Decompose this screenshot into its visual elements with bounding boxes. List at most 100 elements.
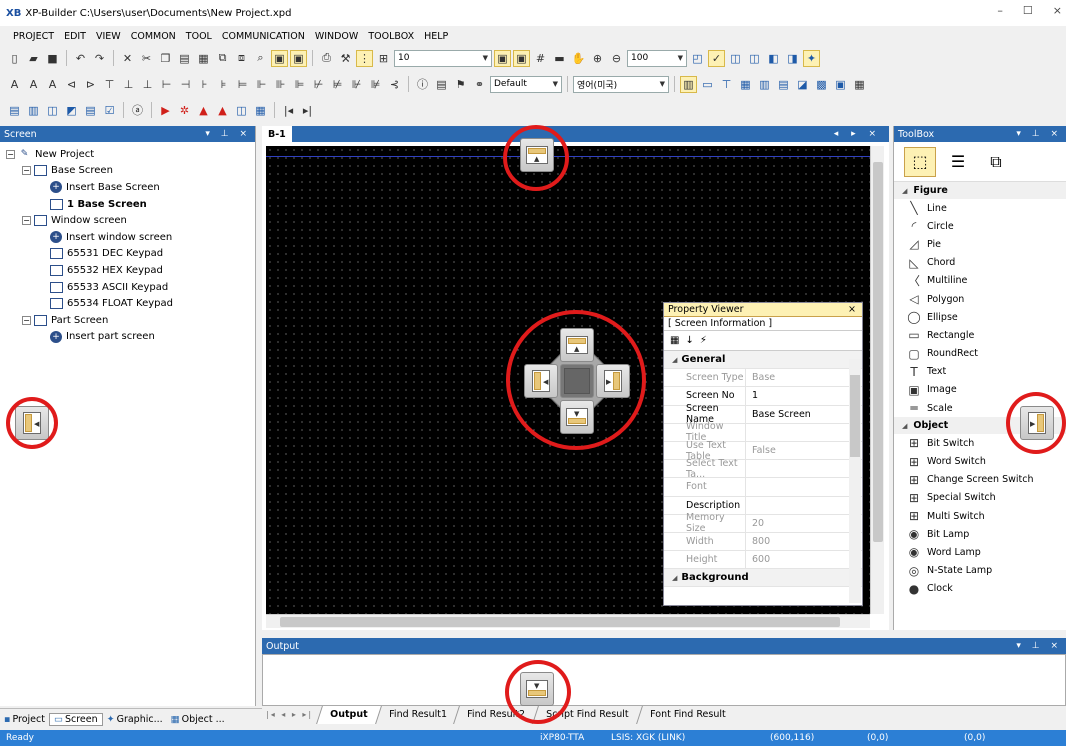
zoom-in-icon[interactable]: ⊕ xyxy=(589,50,606,67)
toolbox-category[interactable]: ◢ Figure xyxy=(894,182,1066,199)
check-icon[interactable]: ✓ xyxy=(708,49,725,67)
language-select[interactable]: 영어(미국) ▼ xyxy=(573,75,669,93)
minus-icon[interactable]: ▬ xyxy=(551,50,568,67)
new-file-icon[interactable]: ▯ xyxy=(6,50,23,67)
same-height-icon[interactable]: ⊨ xyxy=(234,76,251,93)
align-center-icon[interactable]: ⊳ xyxy=(82,76,99,93)
font-size-up-icon[interactable]: A xyxy=(6,76,23,93)
collapse-icon[interactable]: ◢ xyxy=(902,422,907,430)
sort-alpha-icon[interactable]: ↓ xyxy=(685,335,693,346)
tag-icon[interactable]: ⚑ xyxy=(452,76,469,93)
tree-icon[interactable]: ⊤ xyxy=(718,76,735,93)
tree-node[interactable]: + Insert Base Screen xyxy=(6,179,255,196)
open-folder-icon[interactable]: ▰ xyxy=(25,50,42,67)
chart-icon[interactable]: ▩ xyxy=(813,76,830,93)
window-layout-icon[interactable]: ▥ xyxy=(680,75,697,93)
property-value[interactable]: 800 xyxy=(746,533,770,550)
property-viewer-close-button[interactable]: × xyxy=(848,304,862,315)
download-icon[interactable]: ▤ xyxy=(6,102,23,119)
more-icon[interactable]: ▦ xyxy=(851,76,868,93)
panel-icon[interactable]: ▥ xyxy=(756,76,773,93)
device-icon[interactable]: ▤ xyxy=(433,76,450,93)
zoom-out-icon[interactable]: ⊖ xyxy=(608,50,625,67)
collapse-icon[interactable]: − xyxy=(22,216,31,226)
tool-icon[interactable]: ⚒ xyxy=(337,50,354,67)
list-icon[interactable]: ▤ xyxy=(775,76,792,93)
list-view-icon[interactable]: ☰ xyxy=(942,147,974,177)
property-row[interactable]: Width 800 xyxy=(664,532,862,552)
tab-project[interactable]: ▪ Project xyxy=(0,714,49,725)
grid-icon[interactable]: ⋮ xyxy=(356,49,373,67)
maximize-button[interactable]: ☐ xyxy=(1023,4,1033,17)
font-style-select[interactable]: Default ▼ xyxy=(490,75,562,93)
order2-icon[interactable]: ⊯ xyxy=(367,76,384,93)
group-icon[interactable]: ⧉ xyxy=(214,50,231,67)
tab-object[interactable]: ▦ Object ... xyxy=(167,714,229,725)
property-row[interactable]: Font xyxy=(664,478,862,497)
compare-icon[interactable]: ◫ xyxy=(44,102,61,119)
scroll-thumb[interactable] xyxy=(873,162,883,542)
menu-project[interactable]: PROJECT xyxy=(8,31,59,42)
align-icon[interactable]: ▣ xyxy=(494,49,511,67)
panel-controls[interactable]: ▾ ⊥ × xyxy=(1016,641,1066,651)
screen-icon[interactable]: ◧ xyxy=(765,50,782,67)
collapse-icon[interactable]: ◢ xyxy=(902,187,907,195)
rect-icon[interactable]: ▭ xyxy=(699,76,716,93)
dashboard-icon[interactable]: ◪ xyxy=(794,76,811,93)
id-icon[interactable]: ⓘ xyxy=(414,76,431,93)
tree-node[interactable]: 65532 HEX Keypad xyxy=(6,262,255,279)
vertical-scrollbar[interactable] xyxy=(870,146,884,614)
simulator-icon[interactable]: ✲ xyxy=(176,102,193,119)
find-icon[interactable]: ⌕ xyxy=(252,50,269,67)
events-icon[interactable]: ⚡ xyxy=(700,335,707,346)
property-scrollbar[interactable] xyxy=(849,359,861,603)
property-value[interactable]: Base xyxy=(746,369,775,386)
toolbox-item-n-state-lamp[interactable]: ◎ N-State Lamp xyxy=(894,562,1066,580)
grid-size-select[interactable]: 10 ▼ xyxy=(394,49,492,67)
close-button[interactable]: × xyxy=(1053,4,1062,17)
property-value[interactable] xyxy=(746,497,752,514)
zoom-select[interactable]: 100 ▼ xyxy=(627,49,687,67)
center-h-icon[interactable]: ⊬ xyxy=(310,76,327,93)
run-icon[interactable]: ▶ xyxy=(157,102,174,119)
output-content[interactable] xyxy=(262,654,1066,706)
toolbox-item-change-screen-switch[interactable]: ⊞ Change Screen Switch xyxy=(894,471,1066,489)
grid-lines-icon[interactable]: # xyxy=(532,50,549,67)
same-width-icon[interactable]: ⊧ xyxy=(215,76,232,93)
property-value[interactable]: False xyxy=(746,442,776,459)
link-icon[interactable]: ⚭ xyxy=(471,76,488,93)
align-right-icon[interactable]: ⊢ xyxy=(158,76,175,93)
upload-icon[interactable]: ▥ xyxy=(25,102,42,119)
collapse-icon[interactable]: − xyxy=(22,166,31,176)
layout-icon[interactable]: ◰ xyxy=(689,50,706,67)
toolbox-item-pie[interactable]: ◿ Pie xyxy=(894,235,1066,253)
tab-b-1[interactable]: B-1 xyxy=(262,126,292,142)
checklist-icon[interactable]: ☑ xyxy=(101,102,118,119)
panel-controls[interactable]: ▾ ⊥ × xyxy=(205,129,255,139)
order-icon[interactable]: ⊮ xyxy=(348,76,365,93)
grid-view-icon[interactable]: ▦ xyxy=(252,102,269,119)
tree-node[interactable]: − ✎ New Project xyxy=(6,146,255,163)
tree-node[interactable]: − Base Screen xyxy=(6,163,255,180)
property-viewer-titlebar[interactable]: Property Viewer × xyxy=(664,303,862,317)
menu-toolbox[interactable]: TOOLBOX xyxy=(363,31,419,42)
collapse-icon[interactable]: − xyxy=(6,149,15,159)
menu-edit[interactable]: EDIT xyxy=(59,31,91,42)
add-library-icon[interactable]: ⧉ xyxy=(980,147,1012,177)
property-value[interactable] xyxy=(746,478,752,495)
collapse-icon[interactable]: ◢ xyxy=(672,356,677,364)
tree-node[interactable]: + Insert window screen xyxy=(6,229,255,246)
toolbox-item-text[interactable]: T Text xyxy=(894,363,1066,381)
space-h-icon[interactable]: ⊪ xyxy=(272,76,289,93)
space-v-icon[interactable]: ⊫ xyxy=(291,76,308,93)
scroll-thumb[interactable] xyxy=(850,375,860,457)
tab-output[interactable]: Output xyxy=(316,706,381,724)
align-top-icon[interactable]: ⊤ xyxy=(101,76,118,93)
property-row[interactable]: Select Text Ta... xyxy=(664,458,862,480)
doc-icon[interactable]: ▤ xyxy=(82,102,99,119)
tab-graphic[interactable]: ✦ Graphic... xyxy=(103,714,167,725)
front-icon[interactable]: ▣ xyxy=(271,49,288,67)
property-category[interactable]: ◢ Background xyxy=(664,569,862,588)
categorized-icon[interactable]: ▦ xyxy=(670,335,679,346)
font-size-down-icon[interactable]: A xyxy=(25,76,42,93)
